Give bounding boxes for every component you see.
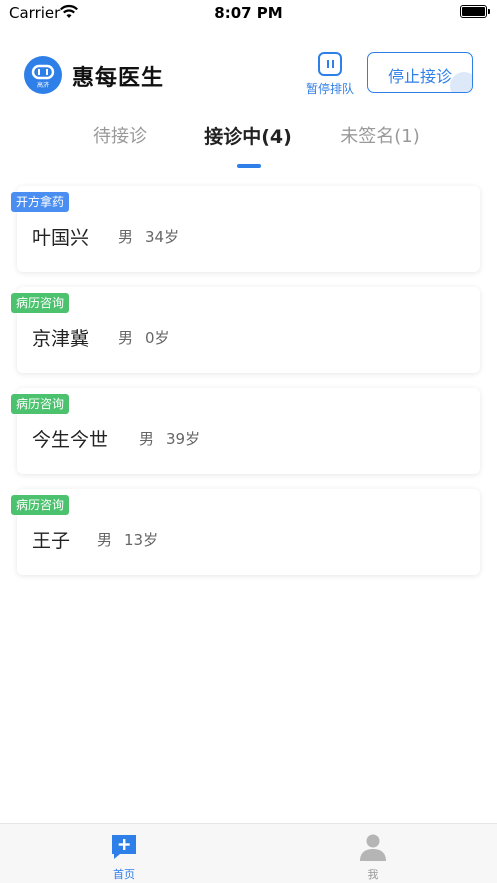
patient-name: 京津冀 <box>32 328 90 350</box>
consultation-type-tag: 病历咨询 <box>11 394 70 414</box>
patient-name: 今生今世 <box>32 429 109 451</box>
bottom-tab-bar: 首页 我 <box>0 823 497 883</box>
tabbar-label-me: 我 <box>367 868 379 881</box>
patient-info: 男 13岁 <box>97 529 170 550</box>
tabbar-item-me[interactable]: 我 <box>249 824 497 883</box>
tab-unsigned[interactable]: 未签名(1) <box>325 122 435 156</box>
app-header: 高济 惠每医生 暂停排队 停止接诊 <box>0 50 497 100</box>
patient-info: 男 0岁 <box>118 327 182 348</box>
consultation-tabs: 待接诊 接诊中(4) 未签名(1) <box>0 122 497 172</box>
consultation-type-tag: 开方拿药 <box>11 192 70 212</box>
consultation-type-tag: 病历咨询 <box>11 293 70 313</box>
patient-age: 34岁 <box>145 228 180 246</box>
app-title: 惠每医生 <box>72 66 165 91</box>
consultation-type-tag: 病历咨询 <box>11 495 70 515</box>
app-logo: 高济 <box>24 56 62 94</box>
patient-info: 男 39岁 <box>139 428 212 449</box>
patient-card[interactable]: 开方拿药 叶国兴 男 34岁 <box>11 186 480 272</box>
patient-card[interactable]: 病历咨询 京津冀 男 0岁 <box>11 287 480 373</box>
patient-info: 男 34岁 <box>118 226 191 247</box>
pause-queue-label: 暂停排队 <box>305 82 354 96</box>
patient-age: 13岁 <box>124 531 159 549</box>
clock: 8:07 PM <box>214 4 283 22</box>
tab-in-consultation[interactable]: 接诊中(4) <box>188 122 308 156</box>
logo-icon: 高济 <box>31 64 55 89</box>
patient-name: 王子 <box>32 530 71 552</box>
patient-gender: 男 <box>118 329 134 347</box>
pause-queue-button[interactable]: 暂停排队 <box>302 52 358 98</box>
person-icon <box>360 834 386 861</box>
patient-card[interactable]: 病历咨询 王子 男 13岁 <box>11 489 480 575</box>
patient-age: 0岁 <box>145 329 170 347</box>
status-bar: Carrier 8:07 PM <box>0 0 497 26</box>
chat-plus-icon <box>112 835 136 859</box>
stop-consultation-button[interactable]: 停止接诊 <box>367 52 473 93</box>
decoration-icon <box>450 72 472 92</box>
patient-name: 叶国兴 <box>32 227 90 249</box>
patient-gender: 男 <box>97 531 113 549</box>
patient-card[interactable]: 病历咨询 今生今世 男 39岁 <box>11 388 480 474</box>
tabbar-item-home[interactable]: 首页 <box>0 824 248 883</box>
pause-icon <box>318 52 342 76</box>
patient-age: 39岁 <box>166 430 201 448</box>
patient-gender: 男 <box>118 228 134 246</box>
logo-text: 高济 <box>37 81 49 89</box>
tabbar-label-home: 首页 <box>113 868 135 881</box>
battery-icon <box>460 5 490 18</box>
active-tab-indicator <box>237 164 261 168</box>
patient-gender: 男 <box>139 430 155 448</box>
tab-waiting[interactable]: 待接诊 <box>70 122 170 156</box>
